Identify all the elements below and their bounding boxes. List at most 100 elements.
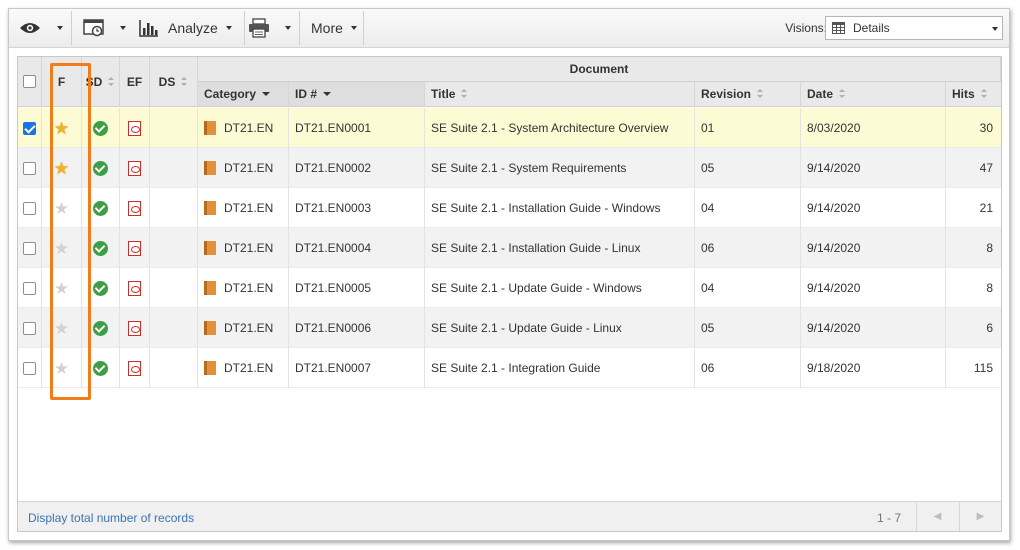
id-cell: DT21.EN0006 xyxy=(289,308,425,348)
table-row[interactable]: ★ DT21.EN DT21.EN0004 SE Suite 2.1 - Instal… xyxy=(18,228,1001,268)
category-cell: DT21.EN xyxy=(198,108,289,148)
pdf-icon[interactable] xyxy=(128,160,141,176)
column-header-category-label: Category xyxy=(204,87,257,101)
id-value: DT21.EN0004 xyxy=(295,241,372,255)
analyze-button[interactable]: Analyze xyxy=(139,9,232,47)
title-cell: SE Suite 2.1 - System Architecture Overv… xyxy=(425,108,695,148)
check-badge-icon xyxy=(93,200,108,216)
id-value: DT21.EN0007 xyxy=(295,361,372,375)
id-cell: DT21.EN0003 xyxy=(289,188,425,228)
pager-range: 1 - 7 xyxy=(876,511,901,525)
table-row[interactable]: ★ DT21.EN DT21.EN0001 SE Suite 2.1 - System… xyxy=(18,108,1001,148)
column-header-hits[interactable]: Hits xyxy=(946,82,1001,107)
table-row[interactable]: ★ DT21.EN DT21.EN0003 SE Suite 2.1 - Instal… xyxy=(18,188,1001,228)
date-cell: 9/18/2020 xyxy=(801,348,946,388)
hits-value: 8 xyxy=(986,281,993,295)
pdf-icon[interactable] xyxy=(128,200,141,216)
display-total-records-link[interactable]: Display total number of records xyxy=(28,511,194,525)
date-value: 9/14/2020 xyxy=(807,281,861,295)
revision-cell: 05 xyxy=(695,148,801,188)
view-dropdown[interactable] xyxy=(57,9,63,47)
hits-value: 30 xyxy=(979,121,993,135)
row-checkbox[interactable] xyxy=(23,321,36,335)
chevron-down-icon xyxy=(350,26,357,30)
column-header-date[interactable]: Date xyxy=(801,82,946,107)
schedule-button[interactable] xyxy=(83,9,105,47)
check-badge-icon xyxy=(93,360,108,376)
pdf-icon[interactable] xyxy=(128,120,141,136)
previous-page-button[interactable]: ◀ xyxy=(916,502,958,531)
table-row[interactable]: ★ DT21.EN DT21.EN0006 SE Suite 2.1 - Update… xyxy=(18,308,1001,348)
chevron-left-icon: ◀ xyxy=(933,511,942,522)
category-cell: DT21.EN xyxy=(198,308,289,348)
check-badge-icon xyxy=(93,280,108,296)
category-cell: DT21.EN xyxy=(198,268,289,308)
hits-cell: 21 xyxy=(946,188,1001,228)
revision-value: 06 xyxy=(701,361,715,375)
hits-value: 115 xyxy=(973,361,993,375)
pdf-icon[interactable] xyxy=(128,320,141,336)
next-page-button[interactable]: ▶ xyxy=(959,502,1001,531)
title-value: SE Suite 2.1 - Integration Guide xyxy=(431,361,601,375)
print-button[interactable] xyxy=(248,9,270,47)
file-cell xyxy=(120,108,150,148)
book-icon xyxy=(204,121,216,135)
table-row[interactable]: ★ DT21.EN DT21.EN0005 SE Suite 2.1 - Update… xyxy=(18,268,1001,308)
toolbar: Analyze More Visions: Details xyxy=(9,9,1009,48)
grid-footer: Display total number of records 1 - 7 ◀ … xyxy=(18,501,1001,531)
category-value: DT21.EN xyxy=(224,361,274,375)
calendar-window-icon xyxy=(83,19,104,37)
title-value: SE Suite 2.1 - Installation Guide - Linu… xyxy=(431,241,641,255)
book-icon xyxy=(204,241,216,255)
pdf-icon[interactable] xyxy=(128,360,141,376)
table-row[interactable]: ★ DT21.EN DT21.EN0002 SE Suite 2.1 - System… xyxy=(18,148,1001,188)
date-value: 9/14/2020 xyxy=(807,321,861,335)
id-cell: DT21.EN0001 xyxy=(289,108,425,148)
column-header-id[interactable]: ID # xyxy=(289,82,425,107)
ds-cell xyxy=(150,228,198,268)
column-header-ds[interactable]: DS xyxy=(150,57,198,107)
column-header-revision[interactable]: Revision xyxy=(695,82,801,107)
date-cell: 8/03/2020 xyxy=(801,108,946,148)
row-checkbox[interactable] xyxy=(23,121,36,135)
document-group-label: Document xyxy=(569,62,629,76)
sort-icon xyxy=(181,76,188,87)
row-checkbox[interactable] xyxy=(23,201,36,215)
column-header-title[interactable]: Title xyxy=(425,82,695,107)
eye-icon xyxy=(20,23,40,33)
pdf-icon[interactable] xyxy=(128,240,141,256)
visions-select[interactable]: Details xyxy=(825,16,1003,40)
pdf-icon[interactable] xyxy=(128,280,141,296)
table-row[interactable]: ★ DT21.EN DT21.EN0007 SE Suite 2.1 - Integr… xyxy=(18,348,1001,388)
document-grid: F SD EF DS Document Category ID # Title … xyxy=(17,56,1002,532)
file-cell xyxy=(120,348,150,388)
column-header-category[interactable]: Category xyxy=(198,82,289,107)
print-dropdown[interactable] xyxy=(285,9,291,47)
select-all-checkbox[interactable] xyxy=(23,75,36,88)
row-checkbox[interactable] xyxy=(23,361,36,375)
document-group-header: Document xyxy=(198,57,1001,82)
date-cell: 9/14/2020 xyxy=(801,188,946,228)
schedule-dropdown[interactable] xyxy=(120,9,126,47)
hits-cell: 8 xyxy=(946,268,1001,308)
chevron-down-icon xyxy=(285,26,291,30)
id-cell: DT21.EN0007 xyxy=(289,348,425,388)
row-checkbox[interactable] xyxy=(23,161,36,175)
row-checkbox[interactable] xyxy=(23,241,36,255)
row-checkbox[interactable] xyxy=(23,281,36,295)
hits-cell: 115 xyxy=(946,348,1001,388)
revision-value: 04 xyxy=(701,201,715,215)
more-button[interactable]: More xyxy=(311,9,357,47)
hits-cell: 6 xyxy=(946,308,1001,348)
sort-icon xyxy=(461,89,468,99)
revision-value: 05 xyxy=(701,321,715,335)
title-value: SE Suite 2.1 - Update Guide - Linux xyxy=(431,321,622,335)
column-header-ef[interactable]: EF xyxy=(120,57,150,107)
category-cell: DT21.EN xyxy=(198,148,289,188)
hits-value: 21 xyxy=(979,201,993,215)
category-cell: DT21.EN xyxy=(198,228,289,268)
category-value: DT21.EN xyxy=(224,321,274,335)
view-button[interactable] xyxy=(19,9,41,47)
revision-cell: 06 xyxy=(695,348,801,388)
sort-desc-icon xyxy=(323,92,332,96)
